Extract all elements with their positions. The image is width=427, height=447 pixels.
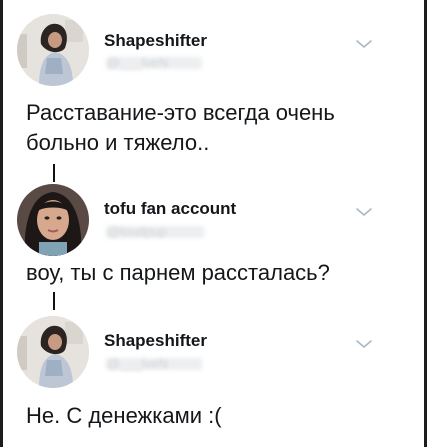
tweet-text-line-1: воу, ты с парнем рассталась?: [26, 260, 330, 285]
author-handle[interactable]: @loudpup: [107, 224, 166, 239]
avatar[interactable]: [17, 14, 89, 86]
author-handle[interactable]: @___lveN: [107, 356, 168, 371]
thread-connector: [53, 164, 55, 182]
avatar[interactable]: [17, 316, 89, 388]
author-name[interactable]: tofu fan account: [104, 199, 236, 219]
author-handle[interactable]: @___lveN: [107, 55, 168, 70]
profile-photo-icon: [17, 14, 89, 86]
thread-connector: [53, 292, 55, 310]
author-name[interactable]: Shapeshifter: [104, 331, 207, 351]
tweet-text-line-1: Не. С денежками :(: [26, 403, 222, 428]
author-name[interactable]: Shapeshifter: [104, 31, 207, 51]
tweet-text-line-2: больно и тяжело..: [26, 130, 210, 155]
profile-photo-icon: [17, 316, 89, 388]
avatar[interactable]: [17, 184, 89, 256]
chevron-down-icon[interactable]: [355, 206, 373, 218]
tweet-text-line-1: Расставание-это всегда очень: [26, 100, 335, 125]
chevron-down-icon[interactable]: [355, 38, 373, 50]
profile-photo-icon: [17, 184, 89, 256]
chevron-down-icon[interactable]: [355, 338, 373, 350]
